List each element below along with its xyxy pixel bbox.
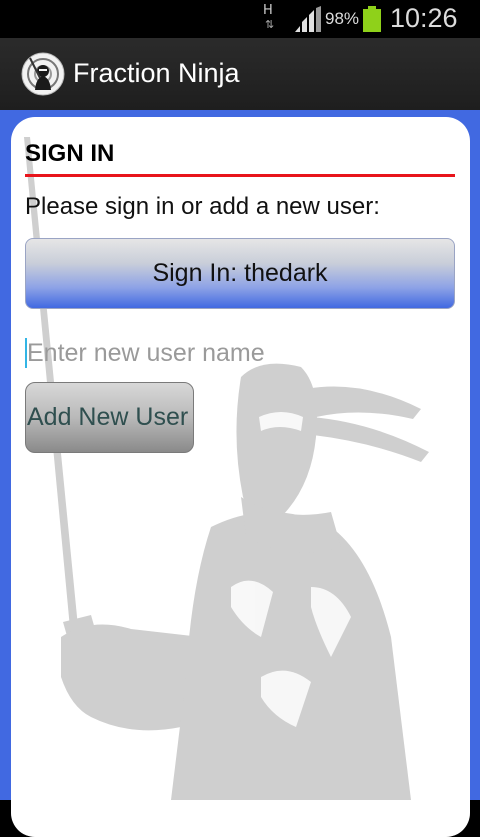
action-bar: Fraction Ninja bbox=[0, 38, 480, 112]
add-new-user-button[interactable]: Add New User bbox=[25, 382, 194, 453]
signal-strength-icon bbox=[295, 6, 321, 32]
network-type-indicator: H bbox=[263, 3, 273, 18]
header-divider bbox=[25, 174, 455, 177]
sign-in-header: SIGN IN bbox=[25, 140, 115, 167]
sign-in-prompt: Please sign in or add a new user: bbox=[25, 193, 380, 220]
battery-percent: 98% bbox=[325, 9, 360, 28]
sign-in-user-button[interactable]: Sign In: thedark bbox=[25, 238, 455, 309]
app-title: Fraction Ninja bbox=[73, 58, 240, 88]
clock: 10:26 bbox=[390, 3, 458, 33]
sign-in-card: SIGN IN Please sign in or add a new user… bbox=[11, 117, 470, 837]
battery-icon bbox=[363, 6, 381, 32]
data-activity-icon: ⇅ bbox=[265, 18, 275, 31]
new-user-name-input[interactable] bbox=[25, 333, 407, 373]
ninja-logo-icon[interactable] bbox=[21, 52, 65, 96]
content-area: SIGN IN Please sign in or add a new user… bbox=[0, 110, 480, 837]
status-bar: H ⇅ 98% 10:26 bbox=[0, 0, 480, 38]
